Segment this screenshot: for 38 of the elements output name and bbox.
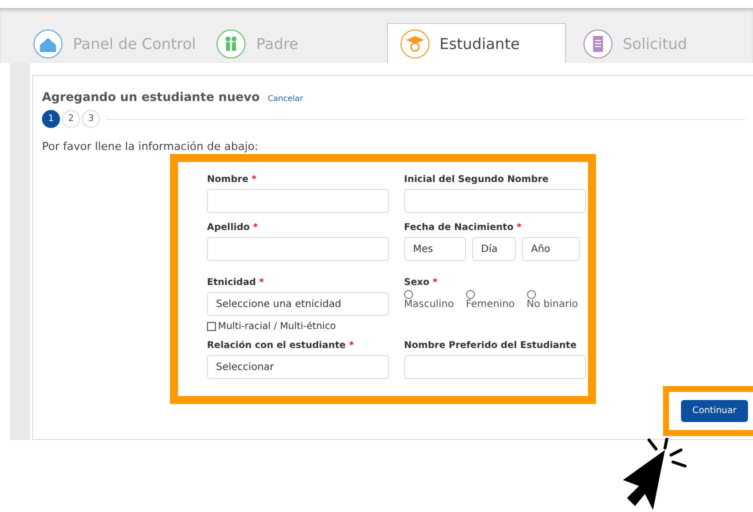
step-indicator: 1	[42, 110, 60, 128]
continue-button[interactable]: Continuar	[681, 400, 748, 422]
text-field[interactable]	[207, 237, 389, 261]
select-field[interactable]: Seleccionar	[207, 355, 389, 379]
radio-button[interactable]	[526, 290, 536, 299]
cursor-icon	[623, 438, 689, 512]
radio-button[interactable]	[466, 290, 475, 299]
field-label: Fecha de Nacimiento *	[404, 222, 523, 233]
page-heading: Agregando un estudiante nuevo	[42, 90, 260, 104]
radio-label: No binario	[526, 299, 578, 310]
people-icon	[216, 28, 246, 58]
text-field[interactable]	[404, 355, 586, 379]
field-label: Inicial del Segundo Nombre	[404, 174, 550, 185]
cancel-link[interactable]: Cancelar	[268, 94, 303, 103]
text-field[interactable]	[404, 189, 586, 213]
checkbox-label: Multi-racial / Multi-étnico	[218, 321, 336, 332]
field-label: Sexo *	[404, 277, 439, 288]
radio-button[interactable]	[404, 290, 413, 299]
field-label: Etnicidad *	[207, 277, 266, 288]
field-label: Nombre *	[207, 174, 258, 185]
graduation-cap-icon	[400, 28, 430, 58]
checkbox[interactable]	[207, 322, 216, 331]
step-indicator: 3	[82, 110, 100, 128]
document-icon	[582, 28, 613, 58]
house-icon	[33, 28, 63, 58]
instruction-text: Por favor llene la información de abajo:	[41, 140, 260, 153]
field-label: Apellido *	[207, 222, 259, 233]
field-label: Nombre Preferido del Estudiante	[404, 340, 578, 351]
tab[interactable]: Estudiante	[386, 23, 566, 63]
field-label: Relación con el estudiante *	[207, 340, 355, 351]
radio-label: Femenino	[466, 299, 515, 310]
date-field[interactable]: Mes	[404, 237, 466, 261]
text-field[interactable]	[207, 189, 389, 213]
radio-label: Masculino	[404, 299, 454, 310]
select-field[interactable]: Seleccione una etnicidad	[207, 292, 389, 316]
date-field[interactable]: Año	[522, 237, 580, 261]
date-field[interactable]: Día	[472, 237, 516, 261]
step-indicator: 2	[62, 110, 80, 128]
